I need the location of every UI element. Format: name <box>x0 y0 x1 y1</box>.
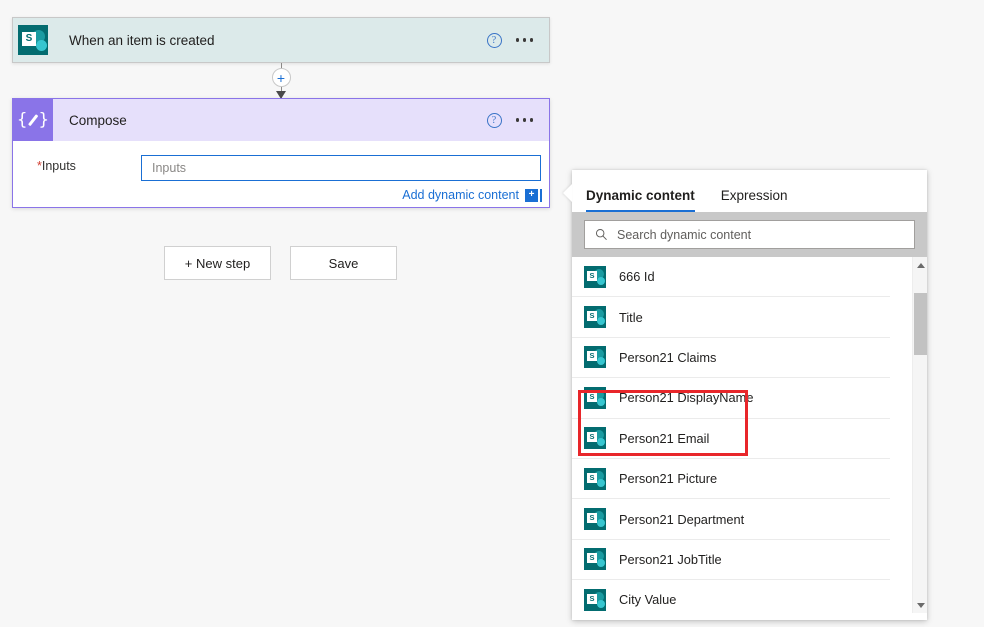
sharepoint-icon: S <box>584 508 606 531</box>
new-step-button[interactable]: + New step <box>164 246 271 280</box>
compose-card[interactable]: { } Compose ? *Inputs Add dynamic conten… <box>12 98 550 208</box>
list-item-label: Person21 JobTitle <box>619 551 722 567</box>
sharepoint-icon: S <box>584 386 606 409</box>
search-band: Search dynamic content <box>572 212 927 257</box>
list-item-label: Person21 Picture <box>619 471 718 487</box>
list-item-label: 666 Id <box>619 269 655 285</box>
trigger-card-actions: ? <box>486 32 550 48</box>
trigger-card[interactable]: S When an item is created ? <box>12 17 550 63</box>
help-icon[interactable]: ? <box>486 112 502 128</box>
search-box[interactable]: Search dynamic content <box>584 220 915 249</box>
list-item-label: Person21 DisplayName <box>619 390 754 406</box>
sharepoint-icon: S <box>584 306 606 329</box>
overflow-menu-icon[interactable] <box>515 38 533 42</box>
compose-braces-pencil-icon: { } <box>13 99 53 141</box>
overflow-menu-icon[interactable] <box>515 118 533 122</box>
search-input-placeholder: Search dynamic content <box>617 227 752 242</box>
list-item-label: Person21 Email <box>619 430 710 446</box>
save-button[interactable]: Save <box>290 246 397 280</box>
search-icon <box>595 228 607 241</box>
list-item-label: City Value <box>619 592 677 608</box>
panel-tabs: Dynamic content Expression <box>572 170 927 212</box>
list-item-label: Title <box>619 309 643 325</box>
tab-expression[interactable]: Expression <box>721 188 788 212</box>
tab-dynamic-content[interactable]: Dynamic content <box>586 188 695 212</box>
add-dynamic-content-link[interactable]: Add dynamic content <box>402 188 519 202</box>
list-item[interactable]: S Person21 Department <box>572 499 890 540</box>
add-dynamic-content-row[interactable]: Add dynamic content + <box>402 188 542 202</box>
trigger-card-header: S When an item is created ? <box>13 18 549 62</box>
inputs-field-row: *Inputs <box>13 141 549 181</box>
compose-card-body: *Inputs Add dynamic content + <box>13 141 549 207</box>
list-scrollbar[interactable] <box>912 257 927 613</box>
insert-step-button[interactable]: + <box>271 68 291 87</box>
list-item[interactable]: S Person21 Email <box>572 419 890 459</box>
sharepoint-icon: S <box>584 265 606 288</box>
sharepoint-icon: S <box>13 18 53 62</box>
flow-designer-canvas: S When an item is created ? + { } Compos… <box>0 0 984 627</box>
panel-pointer-icon <box>563 184 572 202</box>
inputs-label-text: Inputs <box>41 159 76 173</box>
scrollbar-thumb[interactable] <box>914 293 927 355</box>
inputs-input[interactable] <box>141 155 541 181</box>
trigger-card-title: When an item is created <box>69 32 215 48</box>
compose-card-title: Compose <box>69 112 127 128</box>
list-item[interactable]: S 666 Id <box>572 257 890 298</box>
sharepoint-icon: S <box>584 427 606 450</box>
sharepoint-icon: S <box>584 548 606 571</box>
add-dynamic-content-icon[interactable]: + <box>525 188 542 202</box>
flow-connector: + <box>271 63 291 99</box>
list-item[interactable]: S Person21 JobTitle <box>572 540 890 581</box>
dynamic-content-list[interactable]: S 666 Id S Title S Person21 Claims S Person21 D… <box>572 257 927 613</box>
sharepoint-icon: S <box>584 346 606 369</box>
help-icon[interactable]: ? <box>486 32 502 48</box>
list-item[interactable]: S Person21 DisplayName <box>572 378 890 419</box>
list-item-label: Person21 Department <box>619 511 745 527</box>
dynamic-content-panel: Dynamic content Expression Search dynami… <box>563 170 927 620</box>
list-item[interactable]: S Person21 Picture <box>572 459 890 500</box>
scroll-down-arrow-icon[interactable] <box>913 597 927 613</box>
compose-card-actions: ? <box>486 112 550 128</box>
sharepoint-icon-letter: S <box>22 32 36 46</box>
compose-card-header: { } Compose ? <box>13 99 549 141</box>
scroll-up-arrow-icon[interactable] <box>913 257 927 273</box>
list-item[interactable]: S City Value <box>572 580 890 613</box>
sharepoint-icon: S <box>584 467 606 490</box>
list-item-label: Person21 Claims <box>619 349 717 365</box>
sharepoint-icon: S <box>584 588 606 611</box>
list-item[interactable]: S Title <box>572 297 890 338</box>
inputs-field-label: *Inputs <box>13 155 141 173</box>
list-item[interactable]: S Person21 Claims <box>572 338 890 379</box>
